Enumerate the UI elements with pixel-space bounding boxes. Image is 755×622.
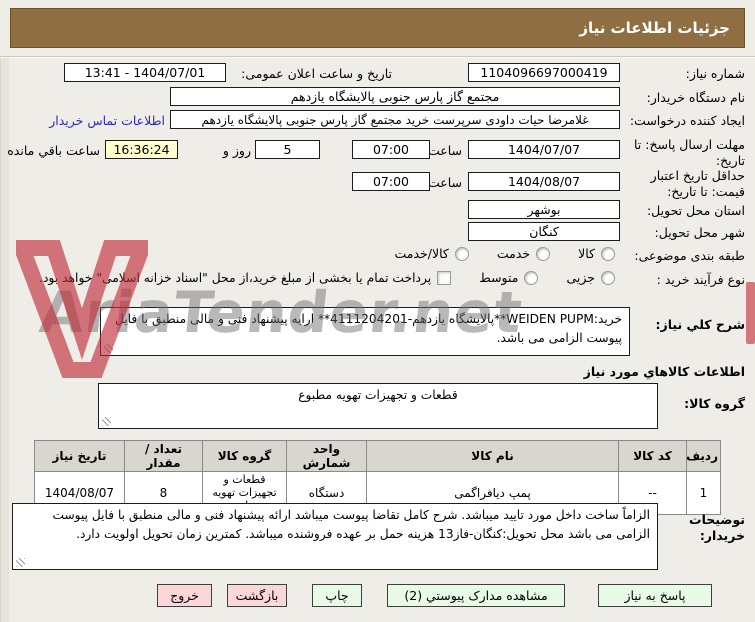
page-title: جزئیات اطلاعات نیاز [579,19,730,37]
page-title-bar: جزئیات اطلاعات نیاز [10,8,745,48]
radio-partial[interactable] [601,270,615,285]
need-number-field[interactable]: 1104096697000419 [468,63,620,82]
description-textarea[interactable]: خرید:WEIDEN PUPM**پالایشگاه یازدهم-41112… [100,307,630,356]
col-need-date: تاریخ نیاز [34,440,125,472]
buyer-notes-text: الزاماً ساخت داخل مورد تایید میباشد. شرح… [52,508,651,541]
watermark-edge-icon [746,282,755,344]
validity-time-field[interactable]: 07:00 [352,172,430,191]
description-label: شرح کلي نیاز: [655,317,745,332]
validity-hour-label: ساعت [427,175,462,190]
classification-options: کالا خدمت کالا/خدمت [394,246,615,261]
deadline-time-field[interactable]: 07:00 [352,140,430,159]
days-left-field[interactable]: 5 [255,140,320,159]
city-field[interactable]: کنگان [468,222,620,241]
radio-partial-label: جزیی [566,270,595,285]
col-quantity: تعداد / مقدار [124,440,203,472]
goods-group-box[interactable]: قطعات و تجهیزات تهویه مطبوع [98,383,658,429]
exit-button[interactable]: خروج [157,584,212,607]
radio-service[interactable] [536,246,551,261]
cell-row: 1 [686,471,721,515]
col-unit: واحد شمارش [286,440,367,472]
requester-field[interactable]: غلامرضا حیات داودی سرپرست خرید مجتمع گاز… [170,110,620,129]
resize-handle-icon[interactable] [16,558,25,567]
col-item-code: کد کالا [618,440,687,472]
treasury-checkbox[interactable] [437,270,452,285]
radio-medium-label: متوسط [479,270,519,285]
buyer-org-label: نام دستگاه خریدار: [646,90,745,105]
validity-label: حداقل تاریخ اعتبار قیمت: تا تاریخ: [650,168,745,199]
print-button[interactable]: چاپ [312,584,362,607]
col-item-name: نام کالا [366,440,619,472]
items-table-header-row: ردیف کد کالا نام کالا واحد شمارش گروه کا… [34,440,721,472]
resize-handle-icon[interactable] [104,344,113,353]
radio-goods-label: کالا [578,246,595,261]
time-left-suffix-label: ساعت باقي مانده [7,143,100,158]
goods-group-text: قطعات و تجهیزات تهویه مطبوع [298,388,458,402]
col-row: ردیف [686,440,721,472]
divider [0,56,755,58]
back-button[interactable]: بازگشت [227,584,287,607]
province-label: استان محل تحویل: [646,203,745,218]
view-attachments-button[interactable]: مشاهده مدارک پیوستي (2) [387,584,565,607]
radio-medium[interactable] [524,270,539,285]
need-number-label: شماره نیاز: [685,66,745,81]
announce-datetime-field[interactable]: 1404/07/01 - 13:41 [64,63,226,82]
goods-section-title: اطلاعات کالاهاي مورد نیاز [583,364,745,379]
description-text: خرید:WEIDEN PUPM**پالایشگاه یازدهم-41112… [115,312,622,345]
province-field[interactable]: بوشهر [468,200,620,219]
days-and-label: روز و [222,143,251,158]
announce-datetime-label: تاریخ و ساعت اعلان عمومی: [241,66,392,81]
radio-service-label: خدمت [496,246,531,261]
buyer-contact-link[interactable]: اطلاعات تماس خریدار [49,113,165,128]
radio-goods[interactable] [601,246,615,261]
radio-goods-service-label: کالا/خدمت [394,246,449,261]
treasury-note: پرداخت تمام یا بخشی از مبلغ خرید،از محل … [39,270,432,285]
col-group: گروه کالا [202,440,287,472]
validity-date-field[interactable]: 1404/08/07 [468,172,620,191]
time-left-timer: 16:36:24 [105,140,178,159]
respond-button[interactable]: پاسخ به نیاز [598,584,712,607]
buyer-notes-textarea[interactable]: الزاماً ساخت داخل مورد تایید میباشد. شرح… [12,503,658,570]
buyer-org-field[interactable]: مجتمع گاز پارس جنوبی پالایشگاه یازدهم [170,87,620,106]
buyer-notes-label: توضیحات خریدار: [689,512,745,543]
process-type-label: نوع فرآیند خرید : [656,272,745,287]
radio-goods-service[interactable] [454,246,469,261]
deadline-hour-label: ساعت [427,143,462,158]
city-label: شهر محل تحویل: [654,225,745,240]
requester-label: ایجاد کننده درخواست: [629,113,745,128]
process-type-options: جزیی متوسط پرداخت تمام یا بخشی از مبلغ خ… [39,270,615,285]
classification-label: طبقه بندی موضوعی: [634,248,745,263]
deadline-label: مهلت ارسال پاسخ: تا تاریخ: [634,137,745,168]
deadline-date-field[interactable]: 1404/07/07 [468,140,620,159]
resize-handle-icon[interactable] [102,417,111,426]
goods-group-label: گروه کالا: [684,396,745,411]
